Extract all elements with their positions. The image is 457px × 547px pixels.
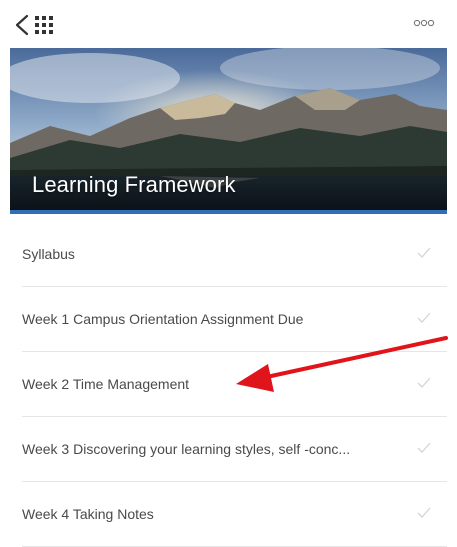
check-icon	[417, 247, 431, 258]
banner-accent-bar	[10, 210, 447, 214]
course-title: Learning Framework	[32, 172, 236, 197]
list-item[interactable]: Week 3 Discovering your learning styles,…	[22, 417, 447, 482]
list-item[interactable]: Week 4 Taking Notes	[22, 482, 447, 547]
list-item-label: Week 3 Discovering your learning styles,…	[22, 441, 351, 457]
list-item-label: Week 4 Taking Notes	[22, 506, 154, 522]
list-item[interactable]: Week 1 Campus Orientation Assignment Due	[22, 287, 447, 352]
back-to-apps-button[interactable]	[14, 13, 70, 37]
list-item[interactable]: Syllabus	[22, 222, 447, 287]
check-icon	[417, 442, 431, 453]
course-banner: Learning Framework	[10, 48, 447, 214]
list-item[interactable]: Week 2 Time Management	[22, 352, 447, 417]
check-icon	[417, 377, 431, 388]
top-bar	[0, 0, 457, 48]
list-item-label: Syllabus	[22, 246, 75, 262]
check-icon	[417, 507, 431, 518]
chevron-left-icon	[15, 14, 29, 36]
grid-icon	[35, 16, 53, 34]
list-item-label: Week 2 Time Management	[22, 376, 190, 392]
list-item-label: Week 1 Campus Orientation Assignment Due	[22, 311, 304, 327]
module-list: Syllabus Week 1 Campus Orientation Assig…	[22, 222, 447, 547]
check-icon	[417, 312, 431, 323]
more-icon[interactable]	[413, 18, 435, 28]
